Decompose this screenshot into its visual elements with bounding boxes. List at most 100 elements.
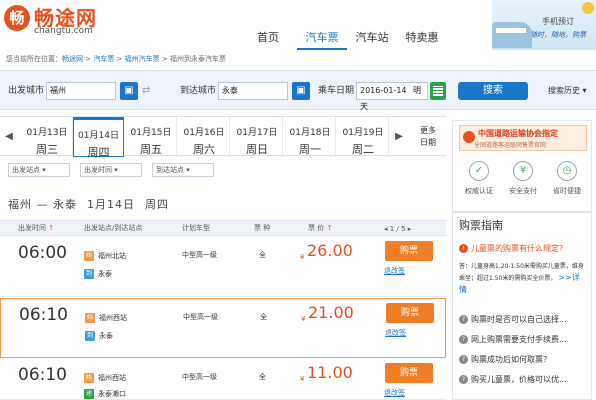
header-ticket-type: 票 种 xyxy=(254,224,271,232)
guide-question[interactable]: 网上购票需要支付手续费... xyxy=(471,334,567,345)
to-city-input[interactable]: 永泰 xyxy=(218,82,288,100)
arrival-station: 永泰 xyxy=(99,332,113,340)
nav-bus-stations[interactable]: 汽车站 xyxy=(347,28,397,50)
header-label: 票 价 xyxy=(308,224,325,232)
departure-station[interactable]: 福州西站 xyxy=(99,313,127,323)
date-tab-weekday: 周三 xyxy=(36,143,58,156)
date-tab[interactable]: 01月13日 周三 xyxy=(22,117,73,157)
buy-button[interactable]: 购票 xyxy=(385,363,433,383)
arrival-station: 永泰濑口 xyxy=(98,390,126,398)
date-tab-weekday: 周一 xyxy=(299,143,321,156)
guide-question[interactable]: 购票时是否可以自己选择... xyxy=(471,314,567,325)
filter-departure-station[interactable]: 出发站点 ▾ xyxy=(8,163,70,177)
arrival-station: 永泰 xyxy=(98,270,112,278)
more-dates-line2: 日期 xyxy=(420,138,436,147)
filter-arrival-station[interactable]: 到达站点 ▾ xyxy=(152,163,214,177)
pager-next-icon[interactable]: ▸ xyxy=(408,225,412,233)
nav-bus-tickets[interactable]: 汽车票 xyxy=(297,28,347,50)
guide-question[interactable]: 购票成功后如何取票？ xyxy=(471,354,551,365)
breadcrumb-sep: > xyxy=(159,55,170,63)
table-row-highlighted[interactable]: 06:10 始 福州西站 到 永泰 中型高一级 全 ¥ 21.00 购票 退改签 xyxy=(0,298,446,358)
logo-icon[interactable]: 畅 xyxy=(4,5,30,31)
buy-button[interactable]: 购票 xyxy=(386,303,434,323)
date-tab[interactable]: 01月19日 周二 xyxy=(338,117,389,157)
date-tab-weekday: 周二 xyxy=(352,143,374,156)
mobile-promo-banner[interactable]: 手机预订 随时，随地，购票 xyxy=(492,0,596,50)
date-tab[interactable]: 01月15日 周五 xyxy=(126,117,177,157)
refund-rules-link[interactable]: 退改签 xyxy=(384,266,405,276)
date-tab-date: 01月18日 xyxy=(289,128,331,138)
departure-station[interactable]: 福州西站 xyxy=(98,373,126,383)
arrow-up-icon: ↑ xyxy=(48,224,55,232)
badge-convenient: ◷ 省时便捷 xyxy=(547,161,587,196)
ticket-type: 全 xyxy=(259,251,266,259)
table-row[interactable]: 06:10 始 福州西站 途 永泰濑口 中型高一级 全 ¥ 11.00 购票 退… xyxy=(0,359,446,400)
nav-home[interactable]: 首页 xyxy=(248,28,288,50)
breadcrumb: 您当前所在位置：畅途网 > 汽车票 > 福州汽车票 > 福州到永泰汽车票 xyxy=(0,52,596,66)
ticket-price: 21.00 xyxy=(308,303,354,322)
logo-domain: changtu.com xyxy=(34,26,93,36)
filter-label: 出发站点 xyxy=(12,166,40,174)
search-history-button[interactable]: 搜索历史 ▾ xyxy=(548,82,587,100)
bus-icon[interactable]: ▣ xyxy=(292,82,310,100)
price-currency: ¥ xyxy=(301,315,306,323)
association-banner[interactable]: 中国道路运输协会指定 全国道路客运联网售票官网 xyxy=(459,125,587,151)
date-tab-date: 01月19日 xyxy=(342,128,384,138)
breadcrumb-home[interactable]: 畅途网 xyxy=(62,55,83,63)
question-icon: ? xyxy=(459,355,468,364)
route-title: 福州 — 永泰 1月14日 周四 xyxy=(8,196,179,212)
header-vehicle: 计划车型 xyxy=(182,224,210,232)
origin-tag: 始 xyxy=(85,313,95,323)
from-city-input[interactable]: 福州 xyxy=(46,82,116,100)
lock-icon: ¥ xyxy=(513,161,533,181)
buy-button[interactable]: 购票 xyxy=(385,241,433,261)
date-tab[interactable]: 01月16日 周六 xyxy=(179,117,230,157)
badge-secure-pay: ¥ 安全支付 xyxy=(503,161,543,196)
prev-dates-icon[interactable]: ◀ xyxy=(0,117,18,157)
guide-question[interactable]: 购买儿童票，价格可以优... xyxy=(471,374,567,385)
more-dates-button[interactable]: 更多 日期 xyxy=(410,117,446,157)
breadcrumb-bus-tickets[interactable]: 汽车票 xyxy=(93,55,114,63)
next-dates-icon[interactable]: ▶ xyxy=(390,117,408,157)
vehicle-type: 中型高一级 xyxy=(183,313,218,321)
filter-departure-time[interactable]: 出发时间 ▾ xyxy=(80,163,142,177)
refund-rules-link[interactable]: 退改签 xyxy=(385,328,406,338)
arrow-up-icon: ↑ xyxy=(326,224,333,232)
association-title: 中国道路运输协会指定 xyxy=(478,129,558,138)
table-row[interactable]: 06:00 始 福州北站 到 永泰 中型高一级 全 ¥ 26.00 购票 退改签 xyxy=(0,237,446,297)
ticket-type: 全 xyxy=(259,373,266,381)
chevron-down-icon: ▾ xyxy=(42,166,46,174)
vehicle-type: 中型高一级 xyxy=(182,373,217,381)
bus-icon[interactable]: ▣ xyxy=(120,82,138,100)
date-tab[interactable]: 01月18日 周一 xyxy=(285,117,336,157)
date-tab-date: 01月15日 xyxy=(130,128,172,138)
refund-rules-link[interactable]: 退改签 xyxy=(384,388,405,398)
sort-price[interactable]: 票 价 ↑ xyxy=(308,221,332,235)
header-stations: 出发站点/到达站点 xyxy=(84,224,143,232)
nav-special-deals[interactable]: 特卖惠 xyxy=(397,28,447,50)
guide-title: 购票指南 xyxy=(459,219,503,232)
date-tab-date: 01月16日 xyxy=(183,128,225,138)
guide-featured-question[interactable]: 儿童票的购票有什么规定? xyxy=(471,243,563,254)
route-weekday: 周四 xyxy=(145,198,169,211)
pager-prev-icon[interactable]: ◂ xyxy=(384,225,388,233)
date-input[interactable]: 2016-01-14 明天 xyxy=(356,82,428,111)
chevron-down-icon: ▾ xyxy=(114,166,118,174)
date-tab[interactable]: 01月17日 周日 xyxy=(232,117,283,157)
date-tab-selected[interactable]: 01月14日 周四 xyxy=(73,117,124,159)
header-label: 出发时间 xyxy=(18,224,46,232)
pager: ◂ 1 / 5 ▸ xyxy=(384,225,411,233)
date-tab-date: 01月14日 xyxy=(78,131,119,141)
date-tab-weekday: 周五 xyxy=(140,143,162,156)
promo-title: 手机预订 xyxy=(542,17,574,26)
sort-departure-time[interactable]: 出发时间 ↑ xyxy=(18,221,54,235)
date-tab-date: 01月13日 xyxy=(26,128,68,138)
train-icon xyxy=(492,22,532,48)
swap-icon[interactable]: ⇄ xyxy=(142,82,150,100)
departure-station[interactable]: 福州北站 xyxy=(98,251,126,261)
train-window xyxy=(496,28,526,33)
search-button[interactable]: 搜索 xyxy=(458,82,528,100)
breadcrumb-fuzhou[interactable]: 福州汽车票 xyxy=(125,55,160,63)
calendar-icon[interactable] xyxy=(430,82,446,100)
badge-label: 安全支付 xyxy=(509,187,537,195)
